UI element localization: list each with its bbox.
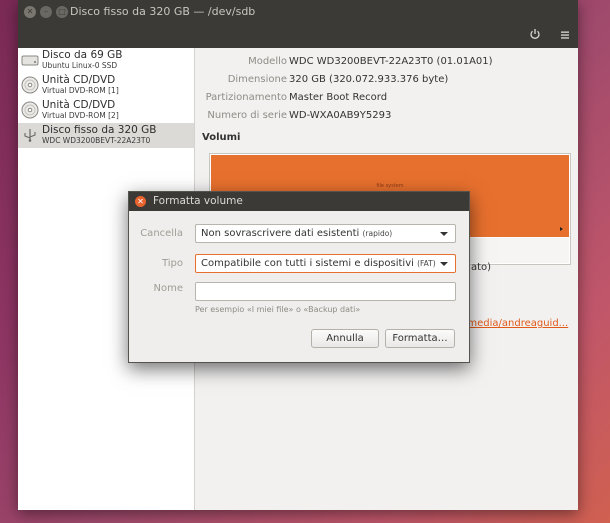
- power-icon[interactable]: [526, 27, 544, 45]
- detail-row-model: Modello WDC WD3200BEVT-22A23T0 (01.01A01…: [248, 56, 493, 67]
- volumes-heading: Volumi: [202, 132, 241, 143]
- format-volume-dialog: ✕ Formatta volume Cancella Non sovrascri…: [128, 191, 470, 363]
- maximize-icon[interactable]: □: [56, 6, 68, 18]
- detail-row-size: Dimensione 320 GB (320.072.933.376 byte): [227, 74, 449, 85]
- close-icon[interactable]: ✕: [24, 6, 36, 18]
- window-title: Disco fisso da 320 GB — /dev/sdb: [70, 5, 256, 18]
- type-label: Tipo: [161, 258, 183, 269]
- menu-icon[interactable]: [556, 27, 574, 45]
- name-label: Nome: [153, 283, 184, 294]
- mount-point-link[interactable]: /media/andreaguid...: [464, 318, 568, 329]
- chevron-down-icon: [440, 232, 448, 236]
- name-input[interactable]: [195, 282, 456, 301]
- type-select[interactable]: Compatibile con tutti i sistemi e dispos…: [195, 254, 456, 273]
- header-bar: [18, 24, 578, 48]
- minimize-icon[interactable]: –: [40, 6, 52, 18]
- name-hint: Per esempio «I miei file» o «Backup dati…: [195, 305, 361, 314]
- detail-row-serial: Numero di serie WD-WXA0AB9Y5293: [207, 110, 392, 121]
- partition-type-text: ato): [471, 262, 492, 273]
- window-controls: ✕ – □: [24, 6, 68, 18]
- usb-drive-icon: [21, 126, 39, 144]
- hard-drive-icon: [21, 51, 39, 69]
- drive-item-dvd-2[interactable]: Unità CD/DVD Virtual DVD-ROM [2]: [18, 98, 194, 123]
- drive-item-ssd[interactable]: Disco da 69 GB Ubuntu Linux-0 SSD: [18, 48, 194, 73]
- chevron-down-icon: [440, 262, 448, 266]
- cancel-button[interactable]: Annulla: [311, 329, 379, 348]
- dialog-title-bar[interactable]: ✕ Formatta volume: [129, 192, 469, 211]
- detail-row-partitioning: Partizionamento Master Boot Record: [205, 92, 388, 103]
- optical-disc-icon: [21, 76, 39, 94]
- erase-select[interactable]: Non sovrascrivere dati esistenti (rapido…: [195, 224, 456, 243]
- close-icon[interactable]: ✕: [135, 196, 146, 207]
- drive-item-hdd-320[interactable]: Disco fisso da 320 GB WDC WD3200BEVT-22A…: [18, 123, 194, 148]
- drive-item-dvd-1[interactable]: Unità CD/DVD Virtual DVD-ROM [1]: [18, 73, 194, 98]
- format-button[interactable]: Formatta…: [385, 329, 455, 348]
- optical-disc-icon: [21, 101, 39, 119]
- erase-label: Cancella: [140, 228, 183, 239]
- dialog-title: Formatta volume: [153, 195, 243, 207]
- title-bar[interactable]: ✕ – □ Disco fisso da 320 GB — /dev/sdb: [18, 0, 578, 24]
- mount-marker-icon: [560, 227, 563, 231]
